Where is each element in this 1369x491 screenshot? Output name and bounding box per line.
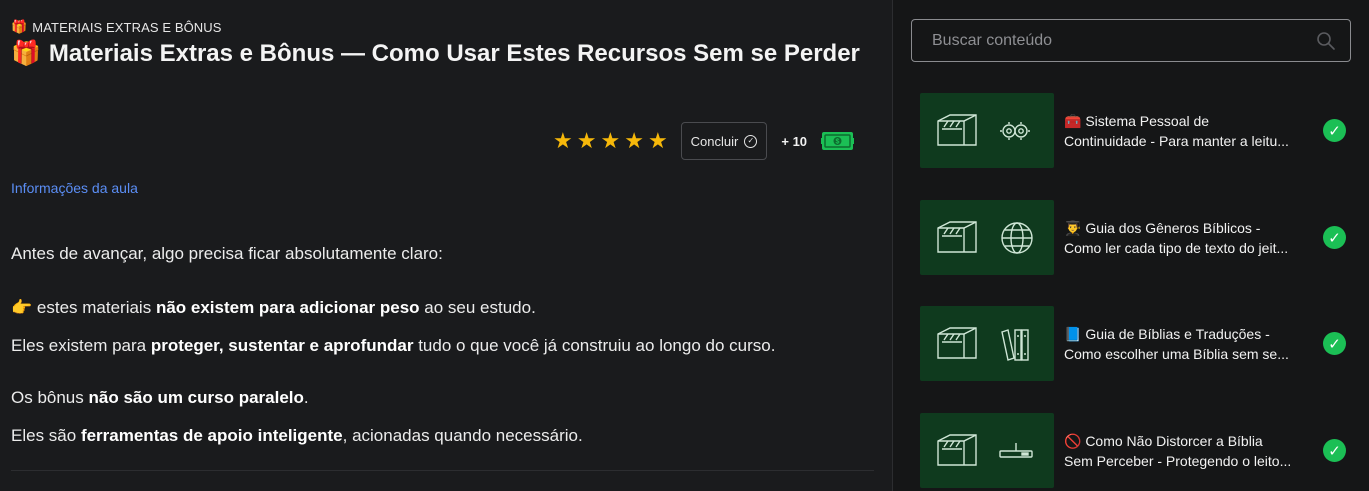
lesson-title: 📘 Guia de Bíblias e Traduções - Como esc… (1064, 325, 1289, 362)
star-icon[interactable]: ★ (600, 130, 620, 152)
toolbox-icon (937, 327, 977, 359)
books-icon (1001, 329, 1029, 361)
globe-icon (1001, 222, 1033, 254)
breadcrumb-label: MATERIAIS EXTRAS E BÔNUS (32, 19, 222, 35)
completed-check-icon: ✓ (1323, 226, 1346, 249)
lesson-item[interactable]: 🧰 Sistema Pessoal de Continuidade - Para… (920, 93, 1360, 168)
search-input[interactable] (930, 30, 1316, 51)
star-icon[interactable]: ★ (648, 130, 668, 152)
lesson-actions: ★ ★ ★ ★ ★ Concluir ✓ + 10 $ (553, 121, 855, 161)
lesson-thumbnail (920, 200, 1054, 275)
complete-label: Concluir (690, 133, 739, 149)
page-title: 🎁 Materiais Extras e Bônus — Como Usar Es… (11, 38, 871, 69)
star-rating[interactable]: ★ ★ ★ ★ ★ (553, 130, 668, 152)
lesson-item[interactable]: 🚫 Como Não Distorcer a Bíblia Sem Perceb… (920, 413, 1360, 488)
money-icon: $ (821, 132, 855, 150)
completed-check-icon: ✓ (1323, 439, 1346, 462)
page-title-text: Materiais Extras e Bônus — Como Usar Est… (48, 40, 860, 67)
lesson-title: 🧰 Sistema Pessoal de Continuidade - Para… (1064, 112, 1289, 149)
gears-icon (1000, 122, 1030, 140)
lesson-main: 🎁 MATERIAIS EXTRAS E BÔNUS 🎁 Materiais Ex… (0, 0, 892, 491)
completed-check-icon: ✓ (1323, 332, 1346, 355)
star-icon[interactable]: ★ (624, 130, 644, 152)
paragraph: 👉 estes materiais não existem para adici… (11, 298, 536, 317)
lesson-title: 👨‍🎓 Guia dos Gêneros Bíblicos - Como ler… (1064, 219, 1289, 256)
lesson-item[interactable]: 👨‍🎓 Guia dos Gêneros Bíblicos - Como ler… (920, 200, 1360, 275)
lesson-thumbnail (920, 413, 1054, 488)
gift-icon: 🎁 (11, 40, 41, 67)
paragraph: Eles são ferramentas de apoio inteligent… (11, 426, 583, 445)
paragraph: Antes de avançar, algo precisa ficar abs… (11, 244, 443, 263)
completed-check-icon: ✓ (1323, 119, 1346, 142)
toolbox-icon (937, 221, 977, 253)
star-icon[interactable]: ★ (577, 130, 597, 152)
pointing-hand-icon: 👉 (11, 298, 33, 317)
check-circle-icon: ✓ (744, 134, 758, 148)
toolbox-icon (937, 434, 977, 466)
lesson-thumbnail (920, 93, 1054, 168)
tool-icon (999, 443, 1033, 458)
content-divider (11, 470, 874, 471)
toolbox-icon (937, 114, 977, 146)
star-icon[interactable]: ★ (553, 130, 573, 152)
paragraph: Os bônus não são um curso paralelo. (11, 388, 309, 407)
lesson-title: 🚫 Como Não Distorcer a Bíblia Sem Perceb… (1064, 432, 1292, 469)
complete-lesson-button[interactable]: Concluir ✓ (680, 122, 768, 160)
points-reward: + 10 (781, 133, 808, 149)
search-icon[interactable] (1316, 31, 1336, 51)
paragraph: Eles existem para proteger, sustentar e … (11, 336, 776, 355)
lesson-thumbnail (920, 306, 1054, 381)
lesson-item[interactable]: 📘 Guia de Bíblias e Traduções - Como esc… (920, 306, 1360, 381)
breadcrumb[interactable]: 🎁 MATERIAIS EXTRAS E BÔNUS (11, 19, 222, 35)
search-box[interactable] (911, 19, 1351, 62)
lesson-info-link[interactable]: Informações da aula (11, 180, 138, 196)
svg-text:$: $ (836, 139, 840, 146)
gift-icon: 🎁 (11, 19, 28, 34)
lesson-sidebar: 🧰 Sistema Pessoal de Continuidade - Para… (893, 0, 1369, 491)
